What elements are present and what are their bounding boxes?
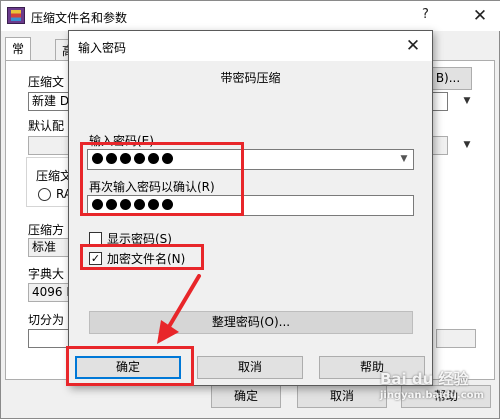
- split-volumes-label: 切分为: [28, 313, 65, 327]
- ok-button-highlight: [66, 346, 194, 386]
- archive-name-label: 压缩文: [28, 75, 65, 89]
- tab-general[interactable]: 常规: [5, 37, 32, 78]
- dialog-title: 输入密码: [78, 41, 127, 55]
- bg-ok-button[interactable]: 确定: [211, 385, 281, 408]
- split-unit-field[interactable]: [436, 329, 476, 348]
- dialog-titlebar: 输入密码 ✕: [69, 31, 432, 61]
- cancel-button[interactable]: 取消: [197, 356, 303, 379]
- archive-format-label: 压缩文: [36, 169, 73, 183]
- encrypt-filenames-highlight: [80, 244, 204, 270]
- red-arrow-icon: [157, 274, 201, 344]
- password-fields-highlight: [80, 142, 244, 216]
- compression-method-value: 标准: [32, 240, 57, 254]
- bg-cancel-button[interactable]: 取消: [297, 385, 387, 408]
- help-icon[interactable]: ?: [422, 7, 429, 22]
- close-icon[interactable]: ✕: [463, 3, 497, 29]
- winrar-app-icon: [7, 7, 25, 24]
- watermark-logo: Bai du 经验: [380, 370, 469, 388]
- chevron-down-icon[interactable]: ▼: [460, 93, 474, 110]
- archive-name-value: 新建 D: [32, 94, 70, 108]
- format-radio[interactable]: [38, 188, 51, 201]
- close-icon[interactable]: ✕: [399, 34, 427, 58]
- window-title: 压缩文件名和参数: [31, 11, 128, 25]
- window-titlebar: 压缩文件名和参数 ? ✕: [1, 1, 500, 31]
- manage-passwords-button[interactable]: 整理密码(O)...: [89, 311, 413, 334]
- baidu-watermark: Bai du 经验 jingyan.baidu.com: [380, 368, 500, 419]
- compression-method-label: 压缩方: [28, 223, 65, 237]
- dialog-heading: 带密码压缩: [220, 71, 281, 85]
- dictionary-size-label: 字典大: [28, 267, 65, 281]
- watermark-site: jingyan.baidu.com: [380, 390, 484, 401]
- chevron-down-icon[interactable]: ▼: [397, 152, 411, 167]
- chevron-down-icon[interactable]: ▼: [460, 137, 474, 154]
- default-profile-label: 默认配: [28, 119, 65, 133]
